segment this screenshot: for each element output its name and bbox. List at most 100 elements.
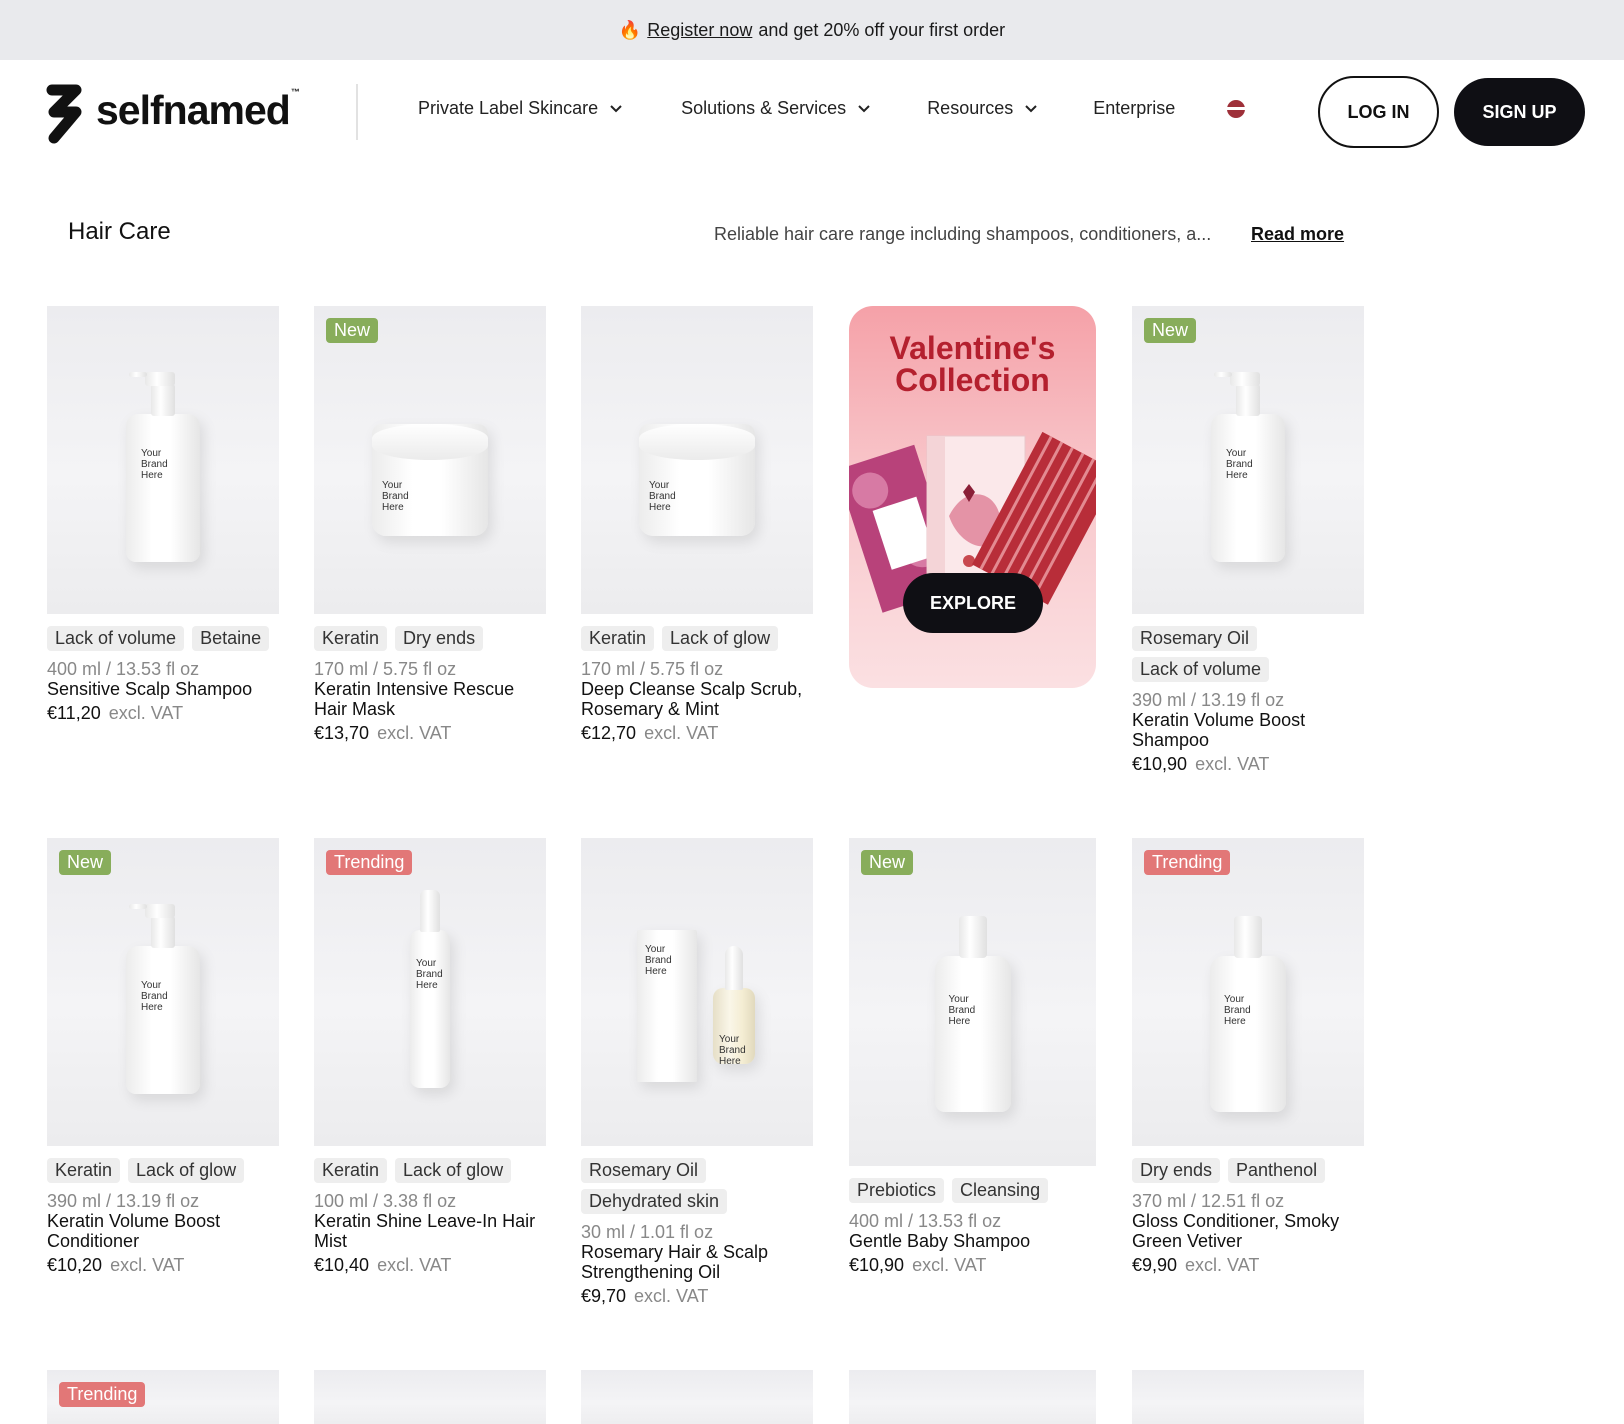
tag-list: Keratin Lack of glow [581,626,813,657]
product-name[interactable]: Deep Cleanse Scalp Scrub, Rosemary & Min… [581,679,813,719]
product-name[interactable]: Rosemary Hair & Scalp Strengthening Oil [581,1242,813,1282]
read-more-link[interactable]: Read more [1251,224,1344,245]
product-card[interactable]: Your Brand Here New Rosemary Oil Lack of vo… [1132,306,1364,775]
pump-head [145,904,175,918]
product-price: €9,70 [581,1286,627,1306]
product-size: 100 ml / 3.38 fl oz [314,1191,457,1211]
tag-list: Lack of volume Betaine [47,626,279,657]
product-label: Your Brand Here [141,448,168,481]
product-size: 400 ml / 13.53 fl oz [47,659,200,679]
product-card[interactable] [581,1370,813,1424]
product-image[interactable] [314,1370,546,1424]
product-price: €11,20 [47,703,101,723]
product-card[interactable]: Your Brand Here Keratin Lack of glow 170 ml… [581,306,813,744]
product-name[interactable]: Keratin Intensive Rescue Hair Mask [314,679,546,719]
status-badge: New [1144,318,1197,343]
product-label: Your Brand Here [719,1034,746,1067]
product-size: 370 ml / 12.51 fl oz [1132,1191,1285,1211]
vat-note: excl. VAT [377,1255,452,1275]
pump-spout [1214,372,1232,377]
tag: Keratin [581,626,655,651]
tag-list: Rosemary Oil Dehydrated skin [581,1158,813,1220]
product-card[interactable]: Your Brand Here Trending Dry ends Panthenol… [1132,838,1364,1276]
product-image[interactable] [581,1370,813,1424]
category-description: Reliable hair care range including shamp… [714,224,1212,244]
product-image[interactable]: Your Brand Here Trending [314,838,546,1146]
product-image[interactable] [849,1370,1096,1424]
pump-neck [151,384,175,416]
product-image[interactable]: Your Brand Here New [314,306,546,614]
product-name[interactable]: Keratin Shine Leave-In Hair Mist [314,1211,546,1251]
vat-note: excl. VAT [644,723,719,743]
product-image[interactable]: Your Brand Here New [1132,306,1364,614]
product-name[interactable]: Gentle Baby Shampoo [849,1231,1096,1251]
price-row: €13,70 excl. VAT [314,723,546,744]
nav-resources[interactable]: Resources [927,98,1037,119]
explore-button[interactable]: EXPLORE [903,573,1043,633]
bottle-body [1211,414,1285,562]
vat-note: excl. VAT [108,703,184,723]
product-label: Your Brand Here [1224,994,1251,1027]
nav-private-label-skincare[interactable]: Private Label Skincare [418,98,622,119]
header-divider [356,84,358,140]
logo[interactable]: selfnamed™ [42,84,300,144]
status-badge: Trending [1144,850,1231,875]
tag-list: Keratin Dry ends [314,626,546,657]
product-image[interactable]: Your Brand Here [581,306,813,614]
product-name[interactable]: Keratin Volume Boost Shampoo [1132,710,1364,750]
product-card[interactable]: Your Brand Here New Keratin Dry ends 170 ml … [314,306,546,744]
product-card[interactable]: Your Brand Here New Prebiotics Cleansing 400… [849,838,1096,1276]
signup-button[interactable]: SIGN UP [1454,78,1585,146]
product-label: Your Brand Here [1226,448,1253,481]
logo-text: selfnamed™ [96,86,300,133]
register-link[interactable]: Register now [647,20,752,41]
product-label: Your Brand Here [649,480,676,513]
language-flag-icon[interactable] [1227,99,1246,118]
product-image[interactable]: Trending [47,1370,279,1424]
tag-list: Keratin Lack of glow [314,1158,546,1189]
bottle-cap [1234,916,1262,958]
tag: Keratin [47,1158,121,1183]
product-card[interactable]: Your Brand Here Lack of volume Betaine 400 … [47,306,279,724]
nav-solutions-services[interactable]: Solutions & Services [681,98,870,119]
price-row: €10,40 excl. VAT [314,1255,546,1276]
product-card[interactable] [849,1370,1096,1424]
product-card[interactable] [314,1370,546,1424]
product-price: €10,90 [1132,754,1188,774]
product-name[interactable]: Sensitive Scalp Shampoo [47,679,279,699]
product-name[interactable]: Gloss Conditioner, Smoky Green Vetiver [1132,1211,1364,1251]
product-card[interactable] [1132,1370,1364,1424]
vat-note: excl. VAT [634,1286,709,1306]
tag: Lack of volume [47,626,185,651]
jar-lid [639,424,755,460]
product-image[interactable]: Your Brand Here Trending [1132,838,1364,1146]
product-price: €13,70 [314,723,370,743]
product-card[interactable]: Your Brand Here Your Brand Here Rosemary O… [581,838,813,1307]
product-name[interactable]: Keratin Volume Boost Conditioner [47,1211,279,1251]
product-image[interactable]: Your Brand Here New [849,838,1096,1166]
category-title: Hair Care [68,218,171,245]
bottle-cap [958,916,987,958]
tag: Keratin [314,1158,388,1183]
product-size: 30 ml / 1.01 fl oz [581,1222,714,1242]
nav-enterprise[interactable]: Enterprise [1093,98,1175,119]
product-image[interactable] [1132,1370,1364,1424]
valentines-promo-card[interactable]: Valentine's Collection EXPLORE [849,306,1096,688]
product-price: €12,70 [581,723,637,743]
tag: Betaine [192,626,270,651]
product-card[interactable]: Trending [47,1370,279,1424]
product-image[interactable]: Your Brand Here New [47,838,279,1146]
product-card[interactable]: Your Brand Here Trending Keratin Lack of gl… [314,838,546,1276]
product-image[interactable]: Your Brand Here Your Brand Here [581,838,813,1146]
tag: Dry ends [1132,1158,1221,1183]
price-row: €11,20 excl. VAT [47,703,279,724]
dropper-cap [725,946,743,990]
product-card[interactable]: Your Brand Here New Keratin Lack of glow 390… [47,838,279,1276]
login-button[interactable]: LOG IN [1318,76,1439,148]
price-row: €10,90 excl. VAT [1132,754,1364,775]
bottle-body [1210,956,1286,1112]
status-badge: Trending [326,850,413,875]
tag: Panthenol [1228,1158,1326,1183]
product-image[interactable]: Your Brand Here [47,306,279,614]
product-size: 390 ml / 13.19 fl oz [1132,690,1285,710]
